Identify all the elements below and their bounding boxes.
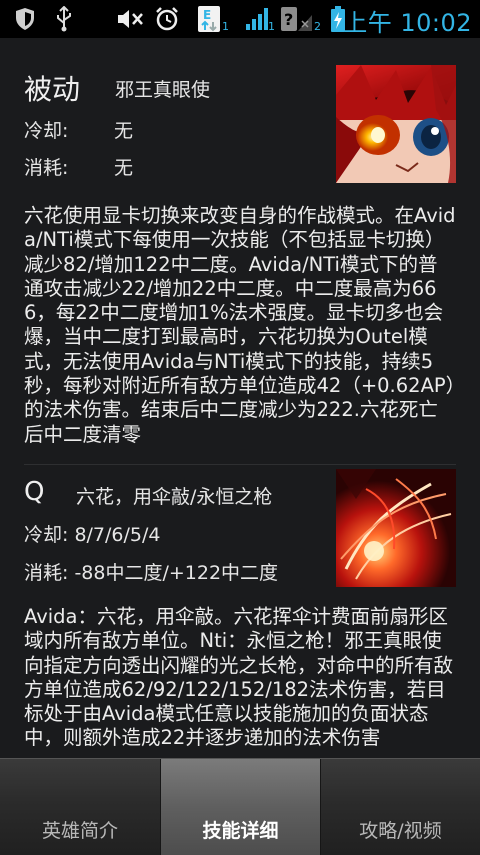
- alarm-icon: [154, 6, 180, 32]
- q-skill-name: 六花，用伞敲/永恒之枪: [76, 486, 273, 508]
- tab-skill-details[interactable]: 技能详细: [161, 759, 320, 855]
- skill-detail-content[interactable]: 被动 邪王真眼使 冷却: 无 消耗: 无 六花使用显卡切换来改变自身的作战模式。…: [0, 38, 480, 758]
- shield-icon: [12, 6, 38, 32]
- data-arrows-icon: E: [196, 6, 222, 32]
- usb-icon: [52, 6, 76, 32]
- tab-guide-video[interactable]: 攻略/视频: [321, 759, 480, 855]
- q-skill-key: Q: [24, 477, 45, 507]
- passive-skill-name: 邪王真眼使: [115, 79, 211, 101]
- passive-cooldown-label: 冷却:: [24, 120, 69, 142]
- svg-text:E: E: [203, 8, 211, 22]
- tab-hero-intro[interactable]: 英雄简介: [0, 759, 160, 855]
- passive-cost-value: 无: [114, 157, 134, 179]
- q-skill-icon: [336, 469, 456, 587]
- status-bar: E 1 1 ? 2 上午 10:02: [0, 0, 480, 38]
- q-skill-cooldown: 冷却: 8/7/6/5/4: [24, 524, 161, 546]
- passive-skill-icon: [336, 65, 456, 183]
- passive-cost-label: 消耗:: [24, 157, 69, 179]
- clock-time: 上午 10:02: [343, 9, 472, 37]
- sim2-badge: 2: [314, 20, 321, 33]
- passive-cooldown-value: 无: [114, 120, 134, 142]
- passive-description: 六花使用显卡切换来改变自身的作战模式。在Avida/NTi模式下每使用一次技能（…: [24, 204, 456, 446]
- passive-label: 被动: [24, 73, 81, 106]
- skill-divider: [24, 464, 456, 465]
- bottom-tab-bar: 英雄简介 技能详细 攻略/视频: [0, 758, 480, 855]
- signal1-badge: 1: [268, 20, 275, 33]
- sim1-badge: 1: [222, 20, 229, 33]
- q-skill-description: Avida：六花，用伞敲。六花挥伞计费面前扇形区域内所有敌方单位。Nti：永恒之…: [24, 605, 454, 750]
- mute-icon: [116, 6, 144, 32]
- svg-text:?: ?: [284, 10, 293, 29]
- no-signal-icon: ?: [280, 6, 314, 32]
- q-skill-cost: 消耗: -88中二度/+122中二度: [24, 562, 279, 584]
- signal-icon: [244, 6, 270, 32]
